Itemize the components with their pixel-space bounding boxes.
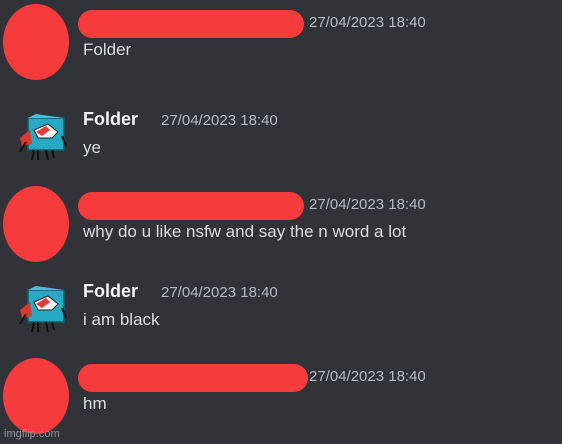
redacted-username[interactable] (78, 364, 308, 392)
redacted-username[interactable] (78, 192, 304, 220)
folder-avatar-icon[interactable] (16, 112, 68, 164)
message-text: ye (83, 138, 101, 157)
imgflip-watermark: imgflip.com (4, 428, 60, 440)
message-timestamp: 27/04/2023 18:40 (309, 368, 426, 385)
message-4: Folder 27/04/2023 18:40 i am black (0, 270, 562, 356)
message-text: why do u like nsfw and say the n word a … (83, 222, 407, 241)
redacted-avatar-icon[interactable] (3, 4, 69, 80)
redacted-avatar-icon[interactable] (3, 186, 69, 262)
message-username[interactable]: Folder (83, 280, 138, 302)
message-username[interactable]: Folder (83, 108, 138, 130)
message-text: i am black (83, 310, 160, 329)
message-timestamp: 27/04/2023 18:40 (309, 14, 426, 31)
redacted-username[interactable] (78, 10, 304, 38)
message-3: 27/04/2023 18:40 why do u like nsfw and … (0, 182, 562, 268)
message-timestamp: 27/04/2023 18:40 (161, 284, 278, 301)
folder-avatar-icon[interactable] (16, 284, 68, 336)
message-text: Folder (83, 40, 132, 59)
message-timestamp: 27/04/2023 18:40 (309, 196, 426, 213)
message-2: Folder 27/04/2023 18:40 ye (0, 98, 562, 184)
redacted-avatar-icon[interactable] (3, 358, 69, 434)
message-timestamp: 27/04/2023 18:40 (161, 112, 278, 129)
message-1: 27/04/2023 18:40 Folder (0, 0, 562, 86)
message-text: hm (83, 394, 107, 413)
message-5: 27/04/2023 18:40 hm (0, 354, 562, 440)
